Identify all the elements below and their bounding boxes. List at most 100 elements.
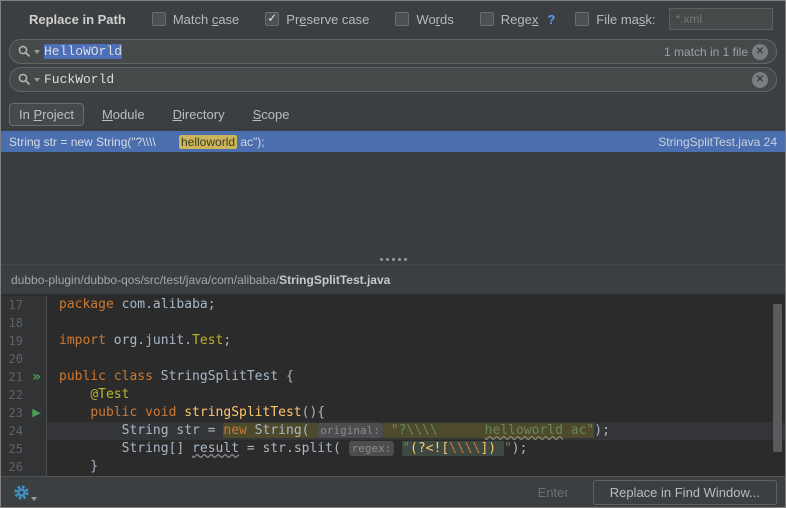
code-token: String(: [246, 423, 318, 438]
options-toolbar: Replace in Path ✓ Match case ✓ Preserve …: [1, 1, 785, 37]
code-token: ": [402, 441, 411, 456]
code-line[interactable]: 17 package com.alibaba;: [1, 296, 785, 314]
run-class-icon[interactable]: »: [27, 368, 47, 386]
code-token: ": [503, 441, 512, 456]
code-line[interactable]: 18: [1, 314, 785, 332]
code-token: org.junit.: [113, 333, 193, 348]
gutter: [27, 314, 47, 332]
result-location: StringSplitTest.java 24: [658, 134, 777, 149]
code-text: String[] result = str.split( regex: "(?<…: [47, 440, 527, 458]
breadcrumb[interactable]: dubbo-plugin/dubbo-qos/src/test/java/com…: [1, 264, 785, 294]
search-row: HelloWOrld 1 match in 1 file ✕: [1, 37, 785, 65]
file-mask-checkbox[interactable]: ✓: [575, 12, 590, 26]
splitter-handle[interactable]: [1, 254, 785, 264]
replace-input[interactable]: FuckWorld: [44, 72, 114, 87]
match-case-label: Match case: [172, 11, 240, 27]
result-row[interactable]: String str = new String("?\\\\ helloworl…: [1, 131, 785, 152]
regex-help-icon[interactable]: ?: [547, 12, 555, 27]
search-history-button[interactable]: [17, 44, 40, 59]
code-text: String str = new String( original: "?\\\…: [47, 422, 610, 440]
code-token: [496, 441, 504, 456]
grip-dots-icon: [391, 257, 395, 261]
gutter: [27, 296, 47, 314]
checkbox-box: ✓: [395, 12, 410, 26]
code-text: @Test: [47, 386, 129, 404]
replace-history-button[interactable]: [17, 72, 40, 87]
run-method-icon[interactable]: ▶: [27, 404, 47, 422]
code-token: \\\\: [449, 441, 481, 456]
breadcrumb-file: StringSplitTest.java: [279, 272, 391, 287]
replace-in-path-dialog: Replace in Path ✓ Match case ✓ Preserve …: [0, 0, 786, 508]
clear-replace-icon[interactable]: ✕: [752, 71, 768, 88]
file-mask-input[interactable]: [668, 8, 773, 30]
code-token: ac": [562, 423, 595, 438]
replace-row: FuckWorld ✕: [1, 65, 785, 93]
replace-field[interactable]: FuckWorld ✕: [9, 67, 777, 92]
gutter: [27, 458, 47, 476]
preserve-case-label: Preserve case: [286, 11, 370, 27]
results-list-empty-area: [1, 152, 785, 254]
match-highlight: helloworld: [179, 134, 238, 149]
line-number: 23: [1, 404, 27, 422]
code-line[interactable]: 20: [1, 350, 785, 368]
match-case-checkbox[interactable]: ✓ Match case: [151, 11, 240, 27]
code-token: @Test: [90, 387, 130, 402]
clear-search-icon[interactable]: ✕: [752, 43, 768, 60]
code-line[interactable]: 26 }: [1, 458, 785, 476]
code-token: = str.split(: [239, 441, 349, 456]
checkbox-box: ✓: [265, 12, 280, 26]
tab-directory[interactable]: Directory: [163, 103, 235, 126]
words-checkbox[interactable]: ✓ Words: [395, 11, 454, 27]
search-field[interactable]: HelloWOrld 1 match in 1 file ✕: [9, 39, 777, 64]
code-line[interactable]: 23 ▶ public void stringSplitTest(){: [1, 404, 785, 422]
line-number: 22: [1, 386, 27, 404]
code-line[interactable]: 25 String[] result = str.split( regex: "…: [1, 440, 785, 458]
settings-button[interactable]: [13, 484, 37, 501]
code-token: String[]: [59, 441, 193, 456]
code-text: public class StringSplitTest {: [47, 368, 294, 386]
editor-lines: 17 package com.alibaba; 18 19 import org.jun…: [1, 296, 785, 476]
scope-tabs: In Project Module Directory Scope: [1, 93, 785, 131]
code-token: [382, 423, 391, 438]
tab-in-project[interactable]: In Project: [9, 102, 84, 126]
dialog-title: Replace in Path: [29, 11, 126, 27]
code-token: StringSplitTest {: [160, 369, 294, 384]
code-token: public class: [59, 369, 161, 384]
words-label: Words: [416, 11, 454, 27]
code-preview-editor[interactable]: 17 package com.alibaba; 18 19 import org.jun…: [1, 294, 785, 476]
code-line[interactable]: 21» public class StringSplitTest {: [1, 368, 785, 386]
code-token: (?<![: [410, 441, 450, 456]
preserve-case-checkbox[interactable]: ✓ Preserve case: [265, 12, 369, 27]
code-token: import: [59, 333, 114, 348]
code-line[interactable]: 22 @Test: [1, 386, 785, 404]
code-token: "?\\\\: [390, 423, 485, 438]
file-mask-label: File mask:: [596, 11, 656, 27]
regex-checkbox[interactable]: ✓ Regex ?: [479, 12, 555, 27]
line-number: 25: [1, 440, 27, 458]
gutter: [27, 332, 47, 350]
code-token: result: [192, 441, 240, 456]
search-icon: [18, 45, 31, 58]
tab-module[interactable]: Module: [92, 103, 155, 126]
line-number: 19: [1, 332, 27, 350]
checkbox-box: ✓: [479, 12, 494, 26]
breadcrumb-path: dubbo-plugin/dubbo-qos/src/test/java/com…: [11, 272, 280, 287]
code-line[interactable]: 19 import org.junit.Test;: [1, 332, 785, 350]
replace-in-find-window-button[interactable]: Replace in Find Window...: [592, 479, 777, 505]
search-input[interactable]: HelloWOrld: [44, 44, 123, 59]
gutter: [27, 422, 47, 440]
code-text: import org.junit.Test;: [47, 332, 231, 350]
gear-icon: [14, 484, 29, 500]
tab-scope[interactable]: Scope: [243, 103, 300, 126]
line-number: 20: [1, 350, 27, 368]
line-number: 26: [1, 458, 27, 476]
editor-scrollbar[interactable]: [773, 304, 782, 452]
code-token: (){: [301, 405, 326, 420]
code-line[interactable]: 24 String str = new String( original: "?…: [1, 422, 785, 440]
code-token: );: [594, 423, 610, 438]
code-token: com.alibaba;: [121, 297, 216, 312]
